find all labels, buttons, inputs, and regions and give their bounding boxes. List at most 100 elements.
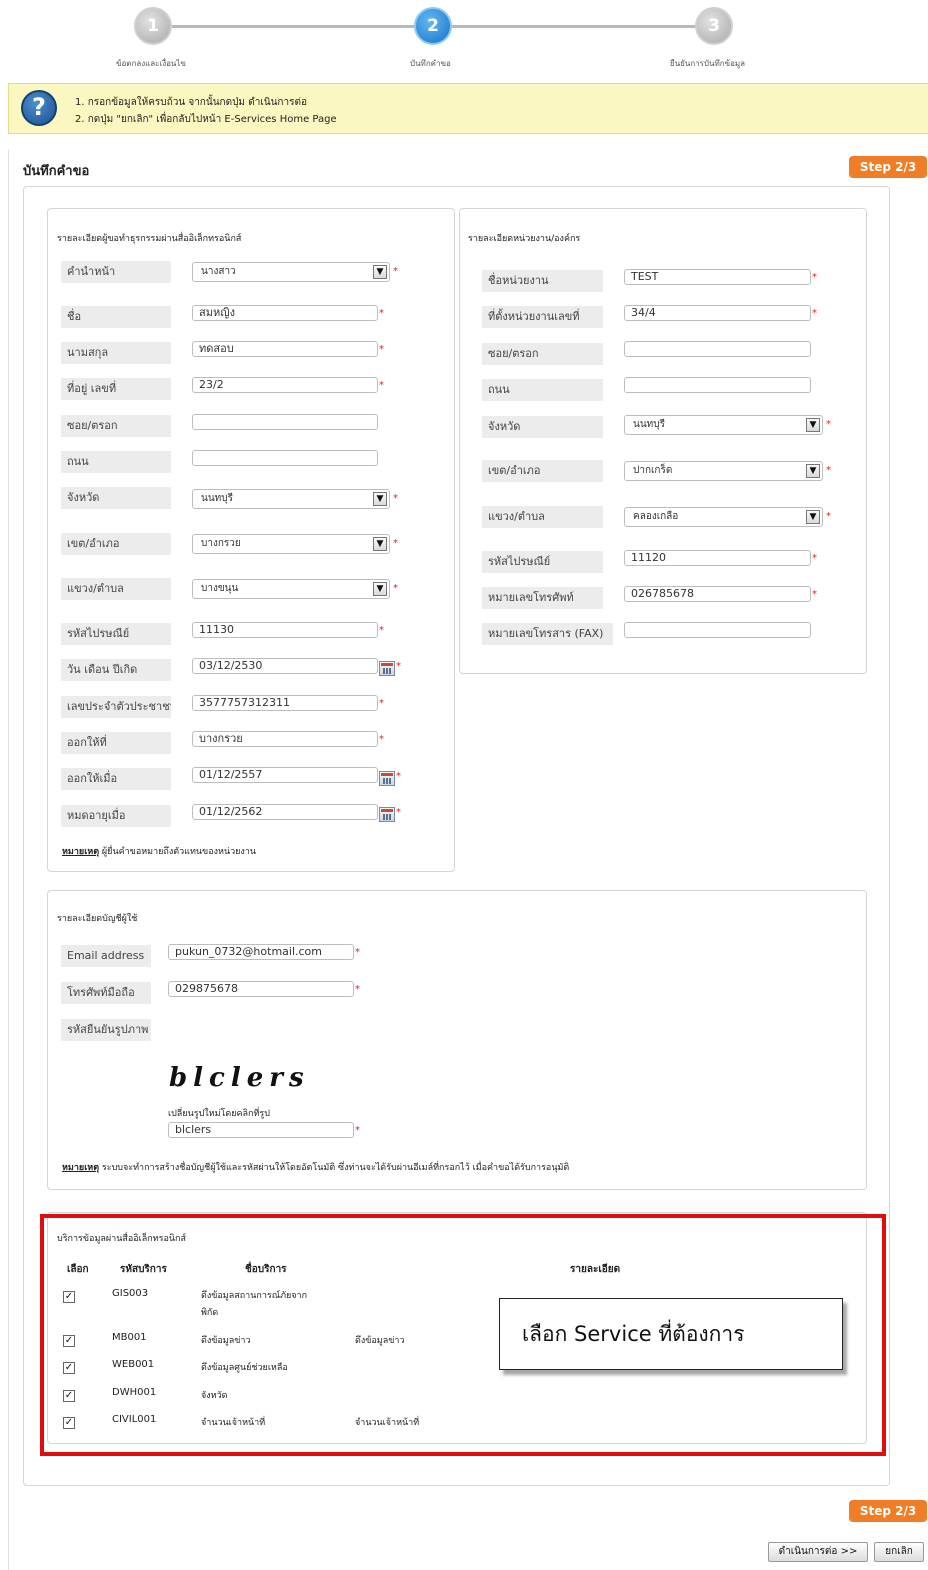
mobile-label: โทรศัพท์มือถือ <box>61 982 151 1004</box>
required-marker: * <box>393 538 398 549</box>
postcode-label: รหัสไปรษณีย์ <box>61 623 171 645</box>
org-name-input[interactable]: TEST <box>624 269 811 285</box>
expires-on-input[interactable]: 01/12/2562 <box>192 804 378 820</box>
required-marker: * <box>826 511 831 522</box>
chevron-down-icon[interactable]: ▼ <box>373 265 387 279</box>
required-marker: * <box>396 661 401 672</box>
calendar-icon[interactable] <box>379 807 395 822</box>
required-marker: * <box>355 947 360 958</box>
chevron-down-icon[interactable]: ▼ <box>373 537 387 551</box>
address-no-label: ที่อยู่ เลขที่ <box>61 378 171 400</box>
step-1-label: ข้อตกลงและเงื่อนไข <box>116 59 186 68</box>
issued-at-label: ออกให้ที่ <box>61 732 171 754</box>
first-name-input[interactable]: สมหญิง <box>192 305 378 321</box>
org-province-label: จังหวัด <box>482 416 603 438</box>
prefix-label: คำนำหน้า <box>61 261 171 283</box>
org-address-label: ที่ตั้งหน่วยงานเลขที่ <box>482 306 603 328</box>
chevron-down-icon[interactable]: ▼ <box>806 510 820 524</box>
step-2-label: บันทึกคำขอ <box>410 59 451 68</box>
required-marker: * <box>379 308 384 319</box>
org-district-label: เขต/อำเภอ <box>482 460 603 482</box>
subdistrict-select-value: บางขนุน <box>201 583 239 594</box>
address-no-input[interactable]: 23/2 <box>192 377 378 393</box>
org-fax-input[interactable] <box>624 622 811 638</box>
prefix-select-value: นางสาว <box>201 266 236 277</box>
road-label: ถนน <box>61 451 171 473</box>
last-name-input[interactable]: ทดสอบ <box>192 341 378 357</box>
birthdate-input[interactable]: 03/12/2530 <box>192 658 378 674</box>
org-subdistrict-select[interactable]: คลองเกลือ ▼ <box>624 507 823 527</box>
instruction-line-1: 1. กรอกข้อมูลให้ครบถ้วน จากนั้นกดปุ่ม ดำ… <box>75 97 307 108</box>
province-select-value: นนทบุรี <box>201 493 233 504</box>
required-marker: * <box>379 344 384 355</box>
calendar-icon[interactable] <box>379 771 395 786</box>
account-panel-title: รายละเอียดบัญชีผู้ใช้ <box>57 914 138 924</box>
help-icon: ? <box>21 90 57 126</box>
step-3-circle: 3 <box>695 7 733 45</box>
citizen-id-input[interactable]: 3577757312311 <box>192 695 378 711</box>
continue-button[interactable]: ดำเนินการต่อ >> <box>768 1542 868 1562</box>
chevron-down-icon[interactable]: ▼ <box>373 582 387 596</box>
subdistrict-select[interactable]: บางขนุน ▼ <box>192 579 390 599</box>
last-name-label: นามสกุล <box>61 342 171 364</box>
note-label: หมายเหตุ <box>62 1163 100 1173</box>
required-marker: * <box>812 553 817 564</box>
org-fax-label: หมายเลขโทรสาร (FAX) <box>482 623 613 645</box>
issued-on-input[interactable]: 01/12/2557 <box>192 767 378 783</box>
chevron-down-icon[interactable]: ▼ <box>373 492 387 506</box>
email-label: Email address <box>61 945 151 967</box>
email-input[interactable]: pukun_0732@hotmail.com <box>168 944 354 960</box>
calendar-icon[interactable] <box>379 661 395 676</box>
captcha-input[interactable]: blclers <box>168 1122 354 1138</box>
soi-label: ซอย/ตรอก <box>61 415 171 437</box>
expires-on-label: หมดอายุเมื่อ <box>61 805 171 827</box>
stepper-line-1 <box>172 25 416 28</box>
province-label: จังหวัด <box>61 487 171 509</box>
note-label: หมายเหตุ <box>62 847 100 857</box>
road-input[interactable] <box>192 450 378 466</box>
org-road-input[interactable] <box>624 377 811 393</box>
step-2-circle: 2 <box>414 7 452 45</box>
callout-label: เลือก Service ที่ต้องการ <box>499 1298 843 1370</box>
stepper-line-2 <box>452 25 696 28</box>
org-district-value: ปากเกร็ด <box>633 465 673 476</box>
captcha-image[interactable]: blclers <box>169 1063 310 1093</box>
chevron-down-icon[interactable]: ▼ <box>806 464 820 478</box>
instructions-box: ? 1. กรอกข้อมูลให้ครบถ้วน จากนั้นกดปุ่ม … <box>8 83 928 134</box>
province-select[interactable]: นนทบุรี ▼ <box>192 489 390 509</box>
required-marker: * <box>355 1125 360 1136</box>
postcode-input[interactable]: 11130 <box>192 622 378 638</box>
issued-at-input[interactable]: บางกรวย <box>192 731 378 747</box>
org-soi-label: ซอย/ตรอก <box>482 343 603 365</box>
org-road-label: ถนน <box>482 379 603 401</box>
note-text: ระบบจะทำการสร้างชื่อบัญชีผู้ใช้และรหัสผ่… <box>99 1163 570 1173</box>
required-marker: * <box>812 272 817 283</box>
district-select-value: บางกรวย <box>201 538 241 549</box>
prefix-select[interactable]: นางสาว ▼ <box>192 262 390 282</box>
required-marker: * <box>812 589 817 600</box>
captcha-refresh-text[interactable]: เปลี่ยนรูปใหม่โดยคลิกที่รูป <box>168 1106 270 1120</box>
instruction-line-2: 2. กดปุ่ม "ยกเลิก" เพื่อกลับไปหน้า E-Ser… <box>75 114 337 125</box>
org-subdistrict-value: คลองเกลือ <box>633 511 679 522</box>
district-select[interactable]: บางกรวย ▼ <box>192 534 390 554</box>
mobile-input[interactable]: 029875678 <box>168 981 354 997</box>
step-badge-top: Step 2/3 <box>849 156 927 178</box>
org-address-input[interactable]: 34/4 <box>624 305 811 321</box>
org-province-select[interactable]: นนทบุรี ▼ <box>624 415 823 435</box>
org-postcode-input[interactable]: 11120 <box>624 550 811 566</box>
org-soi-input[interactable] <box>624 341 811 357</box>
first-name-label: ชื่อ <box>61 306 171 328</box>
step-3-label: ยืนยันการบันทึกข้อมูล <box>670 59 746 68</box>
applicant-panel-title: รายละเอียดผู้ขอทำธุรกรรมผ่านสื่ออิเล็กทร… <box>57 234 242 244</box>
required-marker: * <box>396 771 401 782</box>
required-marker: * <box>396 807 401 818</box>
chevron-down-icon[interactable]: ▼ <box>806 418 820 432</box>
required-marker: * <box>379 734 384 745</box>
org-district-select[interactable]: ปากเกร็ด ▼ <box>624 461 823 481</box>
note-text: ผู้ยื่นคำขอหมายถึงตัวแทนของหน่วยงาน <box>99 847 257 857</box>
issued-on-label: ออกให้เมื่อ <box>61 768 171 790</box>
organization-panel-title: รายละเอียดหน่วยงาน/องค์กร <box>468 234 581 244</box>
org-phone-input[interactable]: 026785678 <box>624 586 811 602</box>
soi-input[interactable] <box>192 414 378 430</box>
cancel-button[interactable]: ยกเลิก <box>874 1542 924 1562</box>
